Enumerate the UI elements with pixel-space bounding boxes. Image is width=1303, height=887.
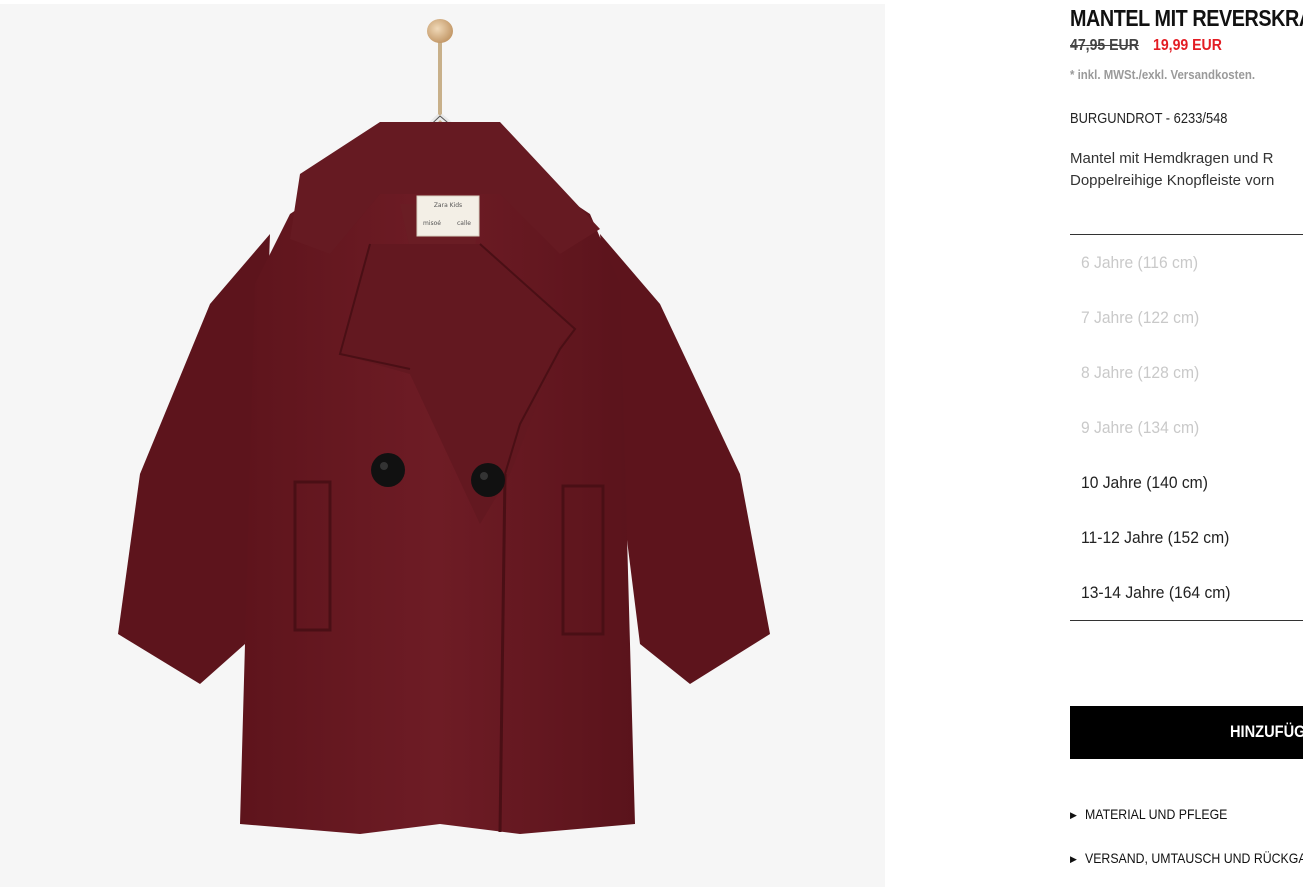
color-reference: BURGUNDROT - 6233/548 — [1070, 110, 1228, 127]
tax-note: * inkl. MWSt./exkl. Versandkosten. — [1070, 67, 1256, 82]
size-option-8: 8 Jahre (128 cm) — [1081, 363, 1200, 382]
description-line: Doppelreihige Knopfleiste vorn — [1070, 172, 1275, 189]
product-image[interactable]: Zara Kids misoé calle — [0, 4, 885, 887]
size-option-13-14[interactable]: 13-14 Jahre (164 cm) — [1070, 565, 1303, 620]
size-option-10[interactable]: 10 Jahre (140 cm) — [1070, 455, 1303, 510]
coat-button-left — [371, 453, 405, 487]
size-option-9: 9 Jahre (134 cm) — [1081, 418, 1200, 437]
description-line: Mantel mit Hemdkragen und R — [1070, 150, 1274, 167]
svg-text:Zara Kids: Zara Kids — [434, 202, 462, 209]
accordion-material-care[interactable]: ▶ MATERIAL UND PFLEGE — [1070, 806, 1247, 822]
accordion-shipping-returns[interactable]: ▶ VERSAND, UMTAUSCH UND RÜCKGABE — [1070, 850, 1303, 866]
sale-price: 19,99 EUR — [1152, 37, 1222, 54]
triangle-right-icon: ▶ — [1070, 810, 1077, 820]
coat-button-right — [471, 463, 505, 497]
size-option-6: 6 Jahre (116 cm) — [1081, 253, 1199, 272]
add-to-cart-button[interactable]: HINZUFÜGEN — [1070, 706, 1303, 759]
price-block: 47,95 EUR 19,99 EUR — [1070, 37, 1231, 55]
product-title: MANTEL MIT REVERSKRAGEN — [1070, 5, 1303, 31]
svg-text:misoé: misoé — [423, 220, 441, 227]
size-option-7: 7 Jahre (122 cm) — [1081, 308, 1200, 327]
old-price: 47,95 EUR — [1070, 37, 1139, 54]
size-selector: 6 Jahre (116 cm) 7 Jahre (122 cm) 8 Jahr… — [1070, 234, 1303, 621]
triangle-right-icon: ▶ — [1070, 854, 1077, 864]
product-description: Mantel mit Hemdkragen und R Doppelreihig… — [1070, 148, 1303, 192]
svg-text:calle: calle — [457, 220, 471, 227]
add-to-cart-label: HINZUFÜGEN — [1230, 722, 1303, 741]
coat-illustration: Zara Kids misoé calle — [118, 19, 770, 834]
size-option-11-12[interactable]: 11-12 Jahre (152 cm) — [1070, 510, 1303, 565]
product-info-panel: MANTEL MIT REVERSKRAGEN 47,95 EUR 19,99 … — [1070, 0, 1303, 887]
